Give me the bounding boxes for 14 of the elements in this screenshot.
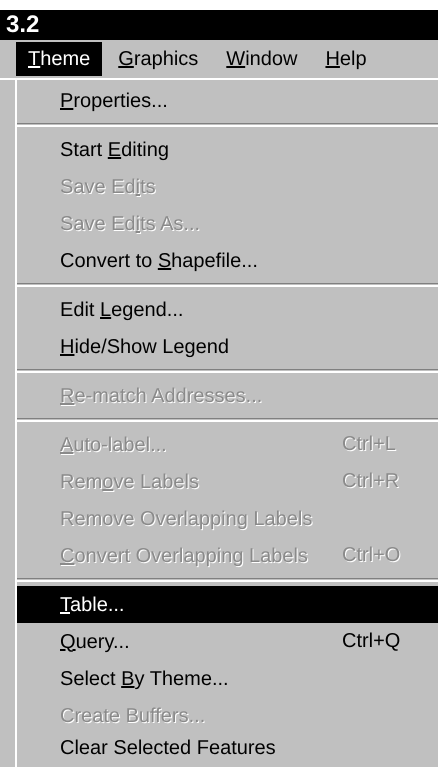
menu-item[interactable]: Hide/Show Legend xyxy=(17,328,438,365)
window-title: 3.2 xyxy=(6,11,40,39)
menu-item[interactable]: Properties... xyxy=(17,82,438,119)
menu-item[interactable]: Start Editing xyxy=(17,131,438,168)
menu-item[interactable]: Clear Selected Features xyxy=(17,734,438,767)
menu-title[interactable]: Theme xyxy=(16,42,102,76)
menu-item[interactable]: Edit Legend... xyxy=(17,291,438,328)
menu-title[interactable]: Graphics xyxy=(106,42,210,76)
menu-item[interactable]: Select By Theme... xyxy=(17,660,438,697)
menu-item[interactable]: Convert to Shapefile... xyxy=(17,242,438,279)
menu-item[interactable]: Table... xyxy=(17,586,438,623)
menu-title[interactable]: Window xyxy=(214,42,310,76)
menu-title[interactable]: Help xyxy=(313,42,379,76)
menu-item[interactable]: Query... Ctrl+Q xyxy=(17,623,438,660)
